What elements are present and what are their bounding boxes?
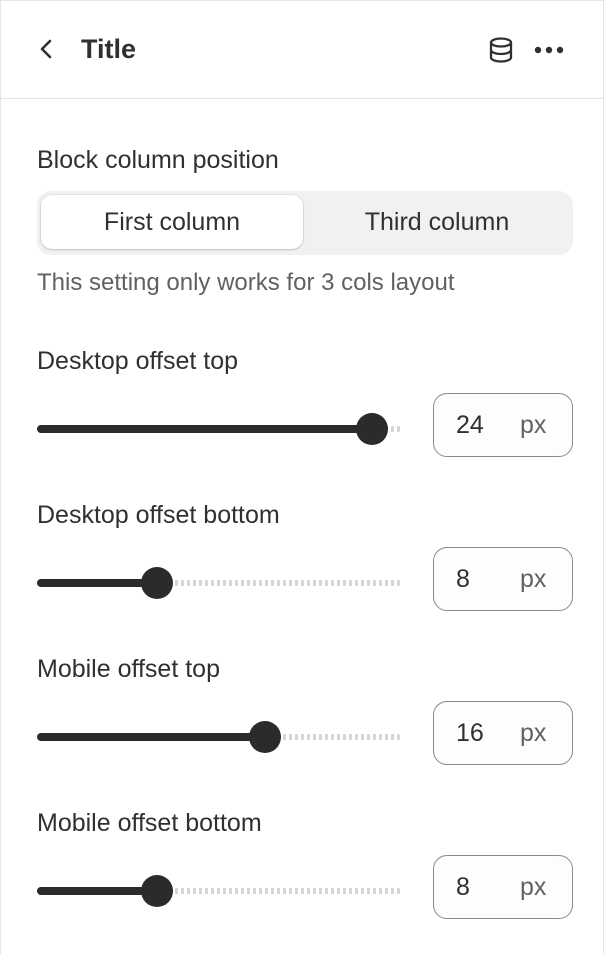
mobile-offset-top-input[interactable] — [456, 714, 516, 752]
desktop-offset-bottom-input[interactable] — [456, 560, 516, 598]
dynamic-source-button[interactable] — [483, 32, 519, 68]
mobile-offset-bottom-field[interactable]: px — [433, 855, 573, 919]
column-position-segmented-control: First column Third column — [37, 191, 573, 255]
desktop-offset-top-label: Desktop offset top — [37, 347, 239, 375]
page-title: Title — [81, 34, 137, 64]
mobile-offset-bottom-slider[interactable] — [37, 873, 401, 909]
database-icon — [489, 37, 513, 63]
mobile-offset-bottom-input[interactable] — [456, 868, 516, 906]
slider-thumb[interactable] — [356, 413, 388, 445]
more-actions-button[interactable] — [531, 32, 567, 68]
slider-thumb[interactable] — [249, 721, 281, 753]
more-horizontal-icon — [534, 46, 564, 54]
third-column-option[interactable]: Third column — [305, 195, 569, 249]
unit-label: px — [520, 411, 547, 439]
back-button[interactable] — [27, 27, 67, 71]
desktop-offset-top-field[interactable]: px — [433, 393, 573, 457]
slider-thumb[interactable] — [141, 875, 173, 907]
slider-fill — [37, 425, 372, 433]
slider-thumb[interactable] — [141, 567, 173, 599]
desktop-offset-top-input[interactable] — [456, 406, 516, 444]
unit-label: px — [520, 565, 547, 593]
slider-fill — [37, 887, 157, 895]
slider-fill — [37, 733, 265, 741]
first-column-option[interactable]: First column — [41, 195, 303, 249]
desktop-offset-bottom-field[interactable]: px — [433, 547, 573, 611]
unit-label: px — [520, 719, 547, 747]
mobile-offset-top-label: Mobile offset top — [37, 655, 220, 683]
block-column-position-label: Block column position — [37, 146, 279, 174]
chevron-left-icon — [40, 39, 52, 59]
desktop-offset-bottom-label: Desktop offset bottom — [37, 501, 280, 529]
unit-label: px — [520, 873, 547, 901]
mobile-offset-bottom-label: Mobile offset bottom — [37, 809, 262, 837]
slider-fill — [37, 579, 157, 587]
help-text: This setting only works for 3 cols layou… — [37, 269, 455, 296]
settings-panel: Title Block column position First column… — [0, 0, 604, 954]
panel-header: Title — [1, 1, 603, 99]
mobile-offset-top-field[interactable]: px — [433, 701, 573, 765]
mobile-offset-top-slider[interactable] — [37, 719, 401, 755]
desktop-offset-top-slider[interactable] — [37, 411, 401, 447]
desktop-offset-bottom-slider[interactable] — [37, 565, 401, 601]
